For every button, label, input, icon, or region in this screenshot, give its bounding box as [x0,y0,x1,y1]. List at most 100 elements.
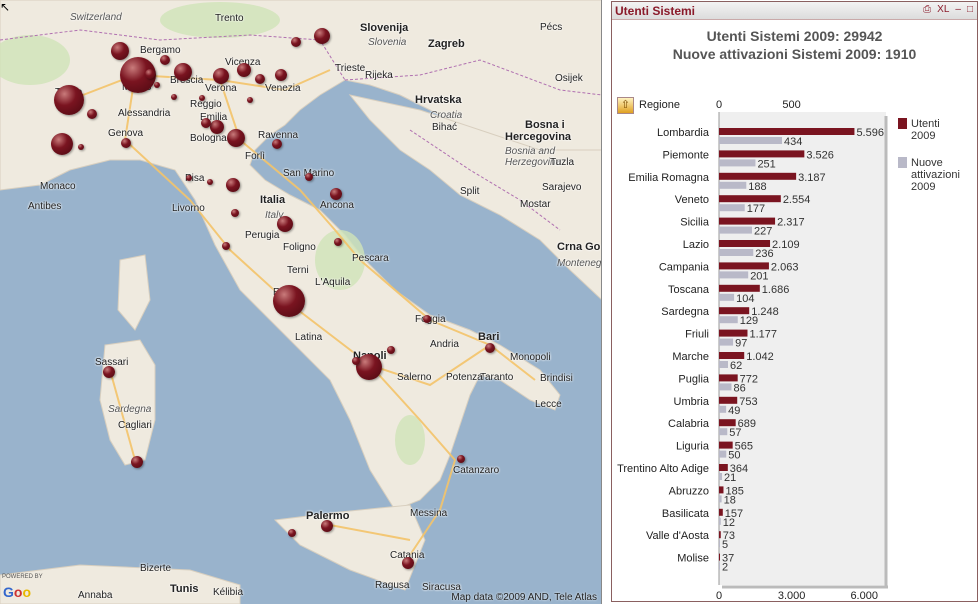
bar-utenti [719,396,738,404]
category-label: Abruzzo [669,485,709,497]
map-label: Rijeka [365,70,393,81]
map-label: Livorno [172,203,205,214]
land-corsica [117,254,151,331]
map-bubble[interactable] [314,28,330,44]
bar-utenti [719,240,771,247]
bar-utenti [719,441,733,449]
map-label: Split [460,186,480,197]
map-bubble[interactable] [207,179,213,185]
bar-utenti [719,307,750,315]
map-bubble[interactable] [387,346,395,354]
map-bubble[interactable] [111,42,129,60]
map-label: Tunis [170,583,199,595]
map-label: Annaba [78,590,113,601]
map-label: Messina [410,508,448,519]
category-label: Liguria [676,441,710,453]
data-label-utenti: 2.554 [783,194,811,206]
category-label: Lombardia [657,127,710,139]
map-label: Slovenija [360,22,409,34]
bar-utenti [719,128,855,135]
category-label: Umbria [674,396,710,408]
map-bubble[interactable] [154,82,160,88]
map-bubble[interactable] [213,68,229,84]
map-bubble[interactable] [226,178,240,192]
map-label: Andria [430,339,459,350]
bar-utenti [719,329,748,337]
map-bubble[interactable] [277,216,293,232]
map-bubble[interactable] [485,343,495,353]
map-label: Bizerte [140,563,172,574]
bar-nuove [719,204,745,212]
legend-utenti-line1: Utenti [911,118,940,130]
map-bubble[interactable] [78,144,84,150]
map-bubble[interactable] [237,63,251,77]
map-bubble[interactable] [402,557,414,569]
data-label-nuove: 62 [730,360,742,372]
map-label: L'Aquila [315,277,351,288]
category-label: Lazio [683,239,709,251]
map-bubble[interactable] [352,357,360,365]
map-label: Catanzaro [453,465,500,476]
map-bubble[interactable] [87,109,97,119]
map-bubble[interactable] [210,120,224,134]
map-bubble[interactable] [227,129,245,147]
bar-nuove [719,338,734,346]
map-bubble[interactable] [255,74,265,84]
map-bubble[interactable] [199,95,205,101]
legend-nuove[interactable]: Nuove attivazioni 2009 [911,157,960,193]
map-bubble[interactable] [186,175,192,181]
google-logo[interactable]: Goo [3,584,31,600]
map-bubble[interactable] [222,242,230,250]
map-bubble[interactable] [131,456,143,468]
map-bubble[interactable] [305,173,313,181]
map-bubble[interactable] [174,63,192,81]
map-bubble[interactable] [231,209,239,217]
map-bubble[interactable] [121,138,131,148]
map-bubble[interactable] [423,315,431,323]
category-label: Basilicata [662,508,710,520]
map-bubble[interactable] [330,188,342,200]
bar-nuove [719,428,728,436]
category-label: Trentino Alto Adige [617,463,709,475]
map-bubble[interactable] [54,85,84,115]
data-label-nuove: 21 [724,472,736,484]
map-bubble[interactable] [247,97,253,103]
map-bubble[interactable] [288,529,296,537]
map-bubble[interactable] [171,94,177,100]
map-label: Potenza [446,372,483,383]
legend-utenti[interactable]: Utenti 2009 [911,118,940,142]
map-bubble[interactable] [273,285,305,317]
bar-utenti [719,150,805,158]
map-bubble[interactable] [201,118,211,128]
map-bubble[interactable] [275,69,287,81]
map-bubble[interactable] [272,139,282,149]
map-view[interactable]: Switzerland Trento Slovenija Slovenia Zagreb… [0,0,602,604]
map-bubble[interactable] [457,455,465,463]
category-label: Sicilia [680,217,710,229]
data-label-utenti: 1.686 [762,284,790,296]
map-bubble[interactable] [145,69,155,79]
map-label: Mostar [520,199,551,210]
map-bubble[interactable] [51,133,73,155]
compass-icon[interactable]: ↖ [0,0,10,14]
map-bubble[interactable] [291,37,301,47]
map-label: Montenegro [557,258,602,269]
bar-nuove [719,226,752,234]
map-bubble[interactable] [321,520,333,532]
map-label: Bosna i [525,119,565,131]
map-bubble[interactable] [356,354,382,380]
bar-nuove [719,473,723,480]
map-label: Ragusa [375,580,410,591]
map-bubble[interactable] [334,238,342,246]
map-bubble[interactable] [103,366,115,378]
bar-nuove [719,361,729,368]
map-label: Alessandria [118,108,171,119]
map-bubble[interactable] [160,55,170,65]
map-label: Slovenia [368,37,407,48]
map-label: Sarajevo [542,182,582,193]
data-label-nuove: 2 [722,562,728,574]
category-label: Veneto [675,194,709,206]
bar-utenti [719,508,723,516]
data-label-utenti: 2.109 [772,239,800,251]
top-axis-tick-label: 500 [782,99,800,111]
